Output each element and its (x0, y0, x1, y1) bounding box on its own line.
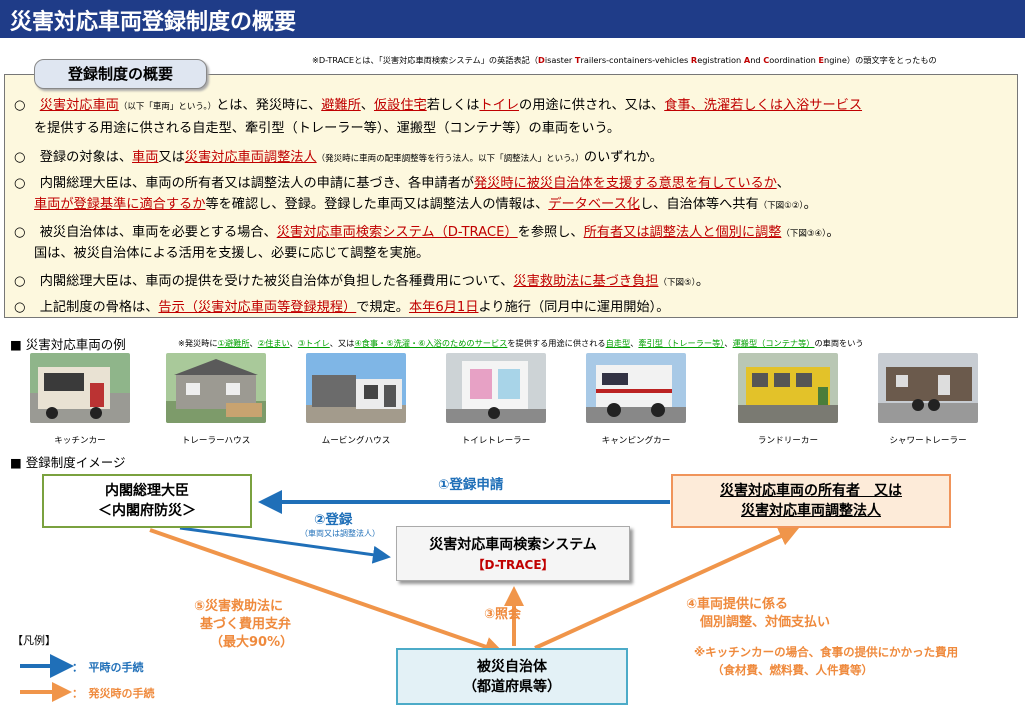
overview-item-3-cont: 車両が登録基準に適合するか等を確認し、登録。登録した車両又は調整法人の情報は、デ… (34, 197, 817, 212)
overview-item-3: ○ 内閣総理大臣は、車両の所有者又は調整法人の申請に基づき、各申請者が発災時に被… (14, 176, 790, 191)
overview-item-5: ○ 内閣総理大臣は、車両の提供を受けた被災自治体が負担した各種費用について、災害… (14, 274, 710, 289)
vehicle-caption: キッチンカー (54, 436, 106, 446)
overview-item-1-cont: を提供する用途に供される自走型、牽引型（トレーラー等）、運搬型（コンテナ等）の車… (34, 121, 621, 136)
flow-label-provision-2: 個別調整、対価支払い (700, 615, 831, 630)
overview-title: 登録制度の概要 (67, 65, 173, 83)
camping-car-image (586, 353, 686, 423)
flow-label-subsidy-3: （最大90%） (210, 635, 294, 650)
overview-item-6: ○ 上記制度の骨格は、告示（災害対応車両等登録規程）で規定。本年6月1日より施行… (14, 300, 670, 315)
owner-title: 災害対応車両の所有者 又は (720, 483, 902, 499)
local-government-subtitle: （都道府県等） (463, 679, 561, 695)
vehicle-caption: トレーラーハウス (181, 436, 251, 446)
d-trace-note: ※D-TRACEとは、「災害対応車両検索システム」の英語表記（Disaster … (312, 55, 937, 65)
flow-label-subsidy-2: 基づく費用支弁 (200, 617, 292, 632)
toilet-trailer-image (446, 353, 546, 423)
legend-normal-label: ： 平時の手続 (72, 661, 144, 674)
vehicle-caption: ランドリーカー (757, 436, 819, 446)
flow-label-application: ①登録申請 (438, 477, 504, 493)
owner-box: 災害対応車両の所有者 又は 災害対応車両調整法人 (671, 474, 951, 528)
system-title: 災害対応車両検索システム (429, 537, 597, 553)
flow-label-registration-sub: （車両又は調整法人） (300, 529, 380, 538)
overview-item-4: ○ 被災自治体は、車両を必要とする場合、災害対応車両検索システム（D-TRACE… (14, 225, 840, 240)
vehicle-caption: ムービングハウス (321, 436, 391, 446)
kitchen-car-note-1: ※キッチンカーの場合、食事の提供にかかった費用 (694, 645, 959, 659)
flow-label-inquiry: ③照会 (484, 607, 522, 622)
legend-title: 【凡例】 (12, 634, 56, 647)
kitchen-car-note-2: （食材費、燃料費、人件費等） (712, 663, 873, 677)
moving-house-image (306, 353, 406, 423)
cabinet-subtitle: ＜内閣府防災＞ (98, 503, 196, 519)
overview-item-4-cont: 国は、被災自治体による活用を支援し、必要に応じて調整を実施。 (34, 246, 430, 261)
shower-trailer-image (878, 353, 978, 423)
overview-item-2: ○ 登録の対象は、車両又は災害対応車両調整法人（発災時に車両の配車調整等を行う法… (14, 150, 663, 165)
owner-subtitle: 災害対応車両調整法人 (741, 503, 881, 519)
laundry-car-image (738, 353, 838, 423)
diagram-heading: ■ 登録制度イメージ (10, 455, 126, 470)
local-government-box: 被災自治体 （都道府県等） (396, 648, 628, 705)
local-government-title: 被災自治体 (477, 659, 547, 675)
flow-label-registration: ②登録 (314, 512, 353, 528)
overview-title-badge: 登録制度の概要 (34, 59, 207, 89)
overview-item-1: ○ 災害対応車両（以下「車両」という。）とは、発災時に、避難所、仮設住宅若しくは… (14, 98, 863, 113)
trailer-house-image (166, 353, 266, 423)
examples-note: ※発災時に①避難所、②住まい、③トイレ、又は④食事・⑤洗濯・⑥入浴のためのサービ… (178, 338, 864, 348)
vehicle-caption: キャンピングカー (601, 436, 671, 446)
title-bar: 災害対応車両登録制度の概要 (0, 0, 1025, 38)
cabinet-box: 内閣総理大臣 ＜内閣府防災＞ (42, 474, 252, 528)
vehicle-caption: トイレトレーラー (461, 436, 531, 446)
vehicle-caption: シャワートレーラー (889, 436, 967, 446)
examples-heading: ■ 災害対応車両の例 (10, 337, 126, 352)
kitchen-car-image (30, 353, 130, 423)
cabinet-title: 内閣総理大臣 (105, 483, 189, 499)
legend-disaster-label: ： 発災時の手続 (72, 687, 155, 700)
flow-label-subsidy-1: ⑤災害救助法に (194, 599, 284, 614)
page-title: 災害対応車両登録制度の概要 (10, 10, 297, 35)
system-subtitle: 【D-TRACE】 (472, 558, 554, 572)
flow-label-provision-1: ④車両提供に係る (686, 597, 789, 612)
system-box: 災害対応車両検索システム 【D-TRACE】 (396, 526, 630, 581)
